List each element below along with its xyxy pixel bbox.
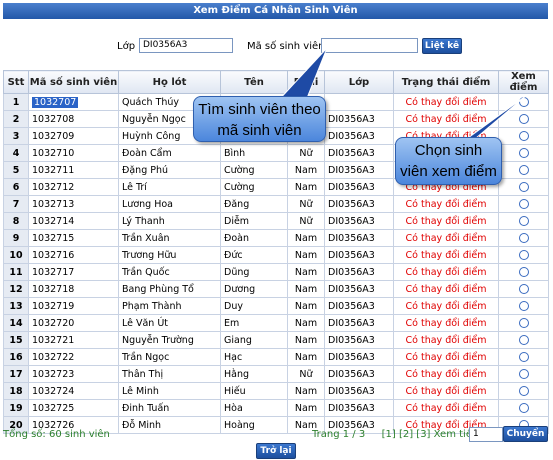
callout-pointers (274, 47, 528, 147)
select-callout: Chọn sinh viên xem điểm (395, 137, 502, 185)
search-callout-line-1: Tìm sinh viên theo (198, 101, 321, 118)
select-callout-line-2: viên xem điểm (400, 163, 497, 180)
search-callout-pointer (274, 47, 328, 104)
select-callout-line-1: Chọn sinh (414, 142, 483, 159)
search-callout-line-2: mã sinh viên (217, 122, 302, 139)
search-callout: Tìm sinh viên theo mã sinh viên (193, 96, 326, 142)
